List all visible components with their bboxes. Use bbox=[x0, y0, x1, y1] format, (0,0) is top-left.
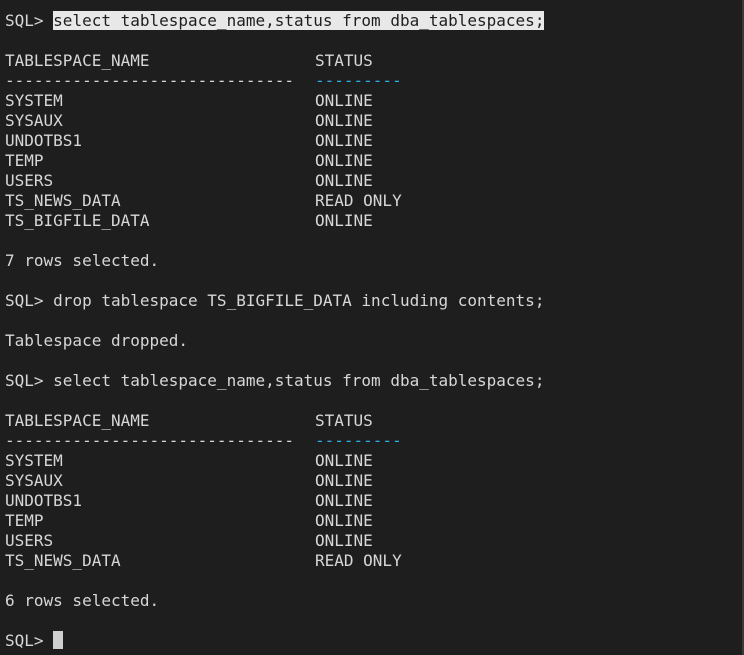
prompt-line-3: SQL> select tablespace_name,status from … bbox=[5, 371, 544, 391]
table-row-status: ONLINE bbox=[315, 451, 373, 470]
table-row-status: ONLINE bbox=[315, 151, 373, 170]
table-row-name: TEMP bbox=[5, 511, 44, 530]
table-row-status: ONLINE bbox=[315, 211, 373, 230]
table-row-name: TS_NEWS_DATA bbox=[5, 551, 121, 570]
text-cursor bbox=[53, 631, 64, 649]
table-row-name: SYSTEM bbox=[5, 451, 63, 470]
table-row-status: READ ONLY bbox=[315, 191, 402, 210]
terminal-window[interactable]: SQL> select tablespace_name,status from … bbox=[0, 0, 744, 655]
table-row-name: UNDOTBS1 bbox=[5, 491, 83, 510]
column-header-name: TABLESPACE_NAME bbox=[5, 411, 150, 430]
table-row-status: READ ONLY bbox=[315, 551, 402, 570]
prompt-line-active[interactable]: SQL> bbox=[5, 631, 64, 651]
drop-result: Tablespace dropped. bbox=[5, 331, 189, 350]
table-row-status: ONLINE bbox=[315, 131, 373, 150]
column-header-name: TABLESPACE_NAME bbox=[5, 51, 150, 70]
column-header-status: STATUS bbox=[315, 51, 373, 70]
header-underline-status: --------- bbox=[315, 431, 402, 450]
table-row-name: TEMP bbox=[5, 151, 44, 170]
table-row-name: SYSTEM bbox=[5, 91, 63, 110]
drop-command: drop tablespace TS_BIGFILE_DATA includin… bbox=[53, 291, 545, 310]
table-row-status: ONLINE bbox=[315, 91, 373, 110]
table-row-name: USERS bbox=[5, 531, 54, 550]
prompt-line-2: SQL> drop tablespace TS_BIGFILE_DATA inc… bbox=[5, 291, 544, 311]
prompt-line-1: SQL> select tablespace_name,status from … bbox=[5, 11, 545, 31]
table-row-status: ONLINE bbox=[315, 171, 373, 190]
sql-prompt: SQL> bbox=[5, 371, 54, 390]
sql-prompt: SQL> bbox=[5, 291, 54, 310]
sql-prompt: SQL> bbox=[5, 631, 54, 650]
table-row-name: TS_NEWS_DATA bbox=[5, 191, 121, 210]
header-underline-status: --------- bbox=[315, 71, 402, 90]
rows-selected-summary: 7 rows selected. bbox=[5, 251, 160, 270]
table-row-name: SYSAUX bbox=[5, 111, 63, 130]
sql-prompt: SQL> bbox=[5, 11, 54, 30]
header-underline-name: ------------------------------ bbox=[5, 71, 294, 90]
table-row-name: USERS bbox=[5, 171, 54, 190]
table-row-name: UNDOTBS1 bbox=[5, 131, 83, 150]
column-header-status: STATUS bbox=[315, 411, 373, 430]
table-row-status: ONLINE bbox=[315, 111, 373, 130]
table-row-status: ONLINE bbox=[315, 531, 373, 550]
selected-command[interactable]: select tablespace_name,status from dba_t… bbox=[53, 11, 545, 30]
select-command: select tablespace_name,status from dba_t… bbox=[53, 371, 545, 390]
table-row-name: SYSAUX bbox=[5, 471, 63, 490]
table-row-name: TS_BIGFILE_DATA bbox=[5, 211, 150, 230]
rows-selected-summary: 6 rows selected. bbox=[5, 591, 160, 610]
header-underline-name: ------------------------------ bbox=[5, 431, 294, 450]
table-row-status: ONLINE bbox=[315, 511, 373, 530]
table-row-status: ONLINE bbox=[315, 471, 373, 490]
table-row-status: ONLINE bbox=[315, 491, 373, 510]
